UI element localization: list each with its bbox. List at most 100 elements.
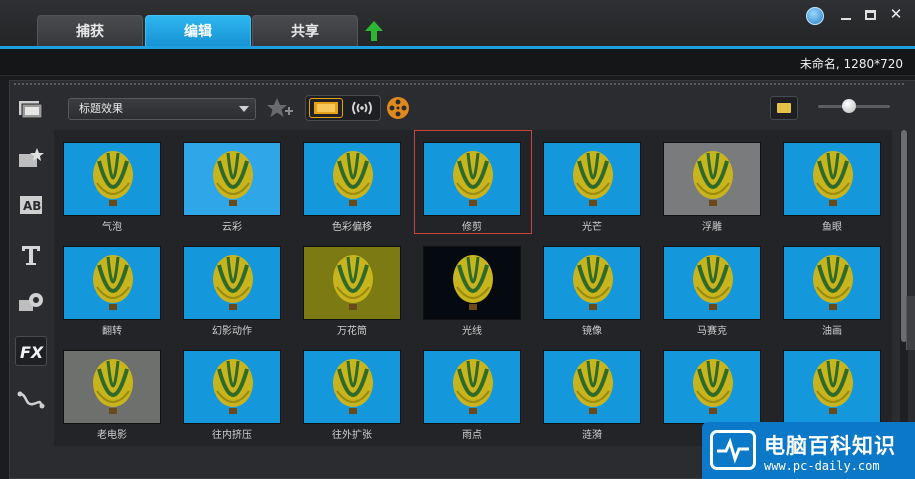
effect-tile[interactable]: 镜像 (534, 234, 652, 338)
balloon-image (184, 247, 280, 319)
effect-label: 马赛克 (697, 326, 727, 337)
effect-tile[interactable]: 云彩 (174, 130, 292, 234)
help-icon[interactable] (806, 7, 824, 25)
effect-label: 幻影动作 (212, 326, 252, 337)
effect-thumbnail (663, 350, 761, 424)
effect-tile[interactable]: 浮雕 (654, 130, 772, 234)
effect-tile[interactable]: 鱼眼 (774, 130, 892, 234)
transition-icon[interactable]: AB (15, 190, 47, 220)
effect-tile[interactable]: 修剪 (414, 130, 532, 234)
effect-thumbnail (663, 246, 761, 320)
effect-label: 油画 (822, 326, 842, 337)
effect-thumbnail (423, 350, 521, 424)
chevron-down-icon (239, 106, 249, 112)
balloon-image (304, 351, 400, 423)
effect-label: 镜像 (582, 326, 602, 337)
balloon-image (664, 143, 760, 215)
effect-label: 修剪 (462, 222, 482, 233)
upload-arrow-icon[interactable] (365, 21, 383, 41)
effect-label: 翻转 (102, 326, 122, 337)
effect-tile[interactable]: 气泡 (54, 130, 172, 234)
monitor-logo-icon (710, 430, 756, 470)
effect-label: 光线 (462, 326, 482, 337)
tab-share[interactable]: 共享 (252, 15, 358, 47)
audio-filter-button[interactable] (346, 98, 378, 118)
effect-thumbnail (63, 350, 161, 424)
audio-wave-icon (352, 101, 372, 115)
svg-text:AB: AB (23, 199, 41, 213)
effect-label: 色彩偏移 (332, 222, 372, 233)
watermark-title: 电脑百科知识 (764, 434, 896, 458)
media-icon[interactable] (15, 94, 47, 124)
instant-project-icon[interactable] (15, 143, 47, 173)
balloon-image (304, 247, 400, 319)
effect-tile[interactable]: 光芒 (534, 130, 652, 234)
effect-tile[interactable]: 往内挤压 (174, 338, 292, 442)
watermark-url: www.pc-daily.com (764, 459, 880, 473)
effect-label: 往外扩张 (332, 430, 372, 441)
effects-grid: 气泡 云彩 色彩偏移 修剪 光芒 浮雕 鱼眼翻转 幻影动作 万花筒 光线 镜像 马赛克 油画老电影 往内挤… (54, 130, 892, 446)
zoom-slider-handle[interactable] (842, 99, 856, 113)
effect-tile[interactable]: 光线 (414, 234, 532, 338)
balloon-image (664, 247, 760, 319)
path-icon[interactable] (15, 385, 47, 415)
balloon-image (184, 143, 280, 215)
effect-thumbnail (183, 350, 281, 424)
top-bar: 捕获 编辑 共享 ✕ (0, 0, 915, 48)
media-type-toggle (305, 95, 381, 121)
effect-tile[interactable]: 往外扩张 (294, 338, 412, 442)
effect-thumbnail (423, 142, 521, 216)
effect-tile[interactable]: 万花筒 (294, 234, 412, 338)
effect-thumbnail (783, 350, 881, 424)
balloon-image (784, 351, 880, 423)
effect-thumbnail (783, 246, 881, 320)
effect-thumbnail (543, 142, 641, 216)
effect-tile[interactable]: 涟漪 (534, 338, 652, 442)
fx-icon[interactable]: FX (15, 336, 47, 366)
effect-label: 浮雕 (702, 222, 722, 233)
effect-tile[interactable]: 翻转 (54, 234, 172, 338)
balloon-image (784, 247, 880, 319)
effect-tile[interactable]: 油画 (774, 234, 892, 338)
effect-tile[interactable]: 幻影动作 (174, 234, 292, 338)
tab-capture[interactable]: 捕获 (37, 15, 143, 47)
effect-thumbnail (543, 246, 641, 320)
balloon-image (64, 143, 160, 215)
effect-tile[interactable]: 马赛克 (654, 234, 772, 338)
effect-thumbnail (423, 246, 521, 320)
effect-label: 雨点 (462, 430, 482, 441)
minimize-icon[interactable] (841, 18, 851, 20)
thumbnail-view-button[interactable] (770, 96, 798, 120)
maximize-icon[interactable] (865, 10, 876, 20)
effect-label: 涟漪 (582, 430, 602, 441)
title-icon[interactable] (15, 240, 47, 270)
balloon-image (304, 143, 400, 215)
effect-label: 老电影 (97, 430, 127, 441)
effect-label: 鱼眼 (822, 222, 842, 233)
project-info: 未命名, 1280*720 (799, 57, 903, 71)
panel-resize-handle[interactable] (906, 296, 915, 350)
balloon-image (64, 247, 160, 319)
effect-thumbnail (663, 142, 761, 216)
add-favorite-icon[interactable] (266, 96, 294, 120)
effect-thumbnail (303, 142, 401, 216)
effect-tile[interactable]: 色彩偏移 (294, 130, 412, 234)
effect-tile[interactable]: 雨点 (414, 338, 532, 442)
effect-thumbnail (543, 350, 641, 424)
effect-label: 气泡 (102, 222, 122, 233)
balloon-image (784, 143, 880, 215)
close-icon[interactable]: ✕ (889, 7, 903, 22)
balloon-image (544, 247, 640, 319)
graphic-icon[interactable] (15, 287, 47, 317)
balloon-image (184, 351, 280, 423)
balloon-image (424, 247, 520, 319)
watermark: 电脑百科知识 www.pc-daily.com (702, 422, 915, 479)
tab-edit[interactable]: 编辑 (145, 15, 251, 47)
film-reel-icon[interactable] (386, 96, 410, 120)
effect-thumbnail (63, 246, 161, 320)
effect-thumbnail (183, 246, 281, 320)
category-dropdown[interactable]: 标题效果 (68, 98, 256, 120)
effect-tile[interactable]: 老电影 (54, 338, 172, 442)
video-filter-button[interactable] (309, 98, 343, 118)
balloon-image (544, 351, 640, 423)
